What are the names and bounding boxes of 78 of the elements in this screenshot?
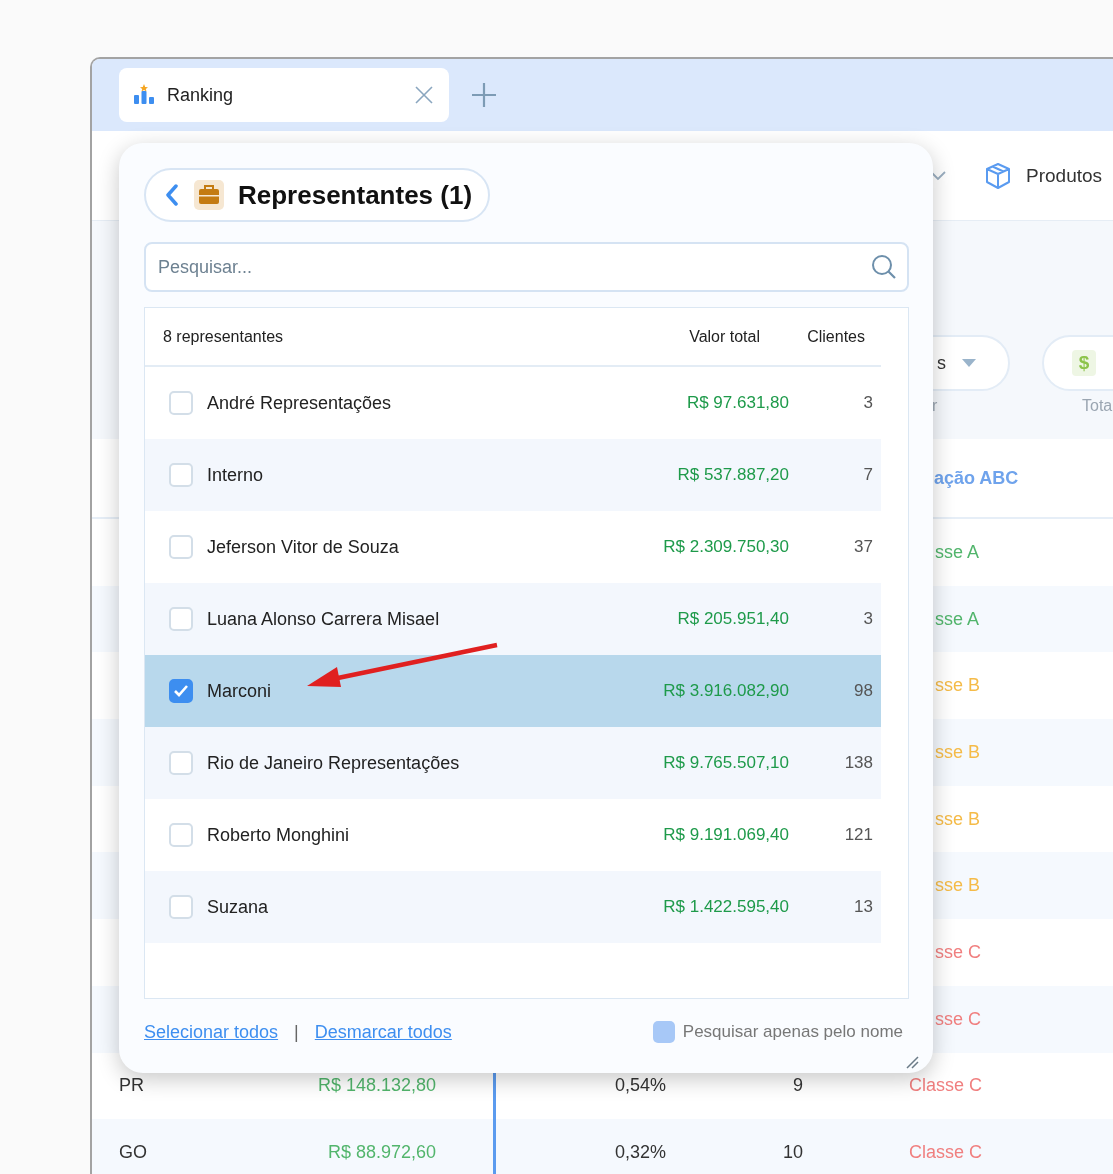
table-cell-text: 0,54% [613,1075,666,1097]
filter-caption: r [932,397,938,415]
list-item[interactable]: André Representações R$ 97.631,80 3 [145,367,881,439]
filter-caption: Tota [1082,397,1113,415]
resize-grip-icon[interactable] [905,1055,919,1069]
class-label: sse A [934,608,981,630]
class-label: sse B [934,675,982,697]
filter-value: s [937,352,946,374]
item-value: R$ 9.191.069,40 [662,825,789,845]
table-cell-text: R$ 148.132,80 [316,1075,436,1097]
table-cell-text: R$ 88.972,60 [326,1142,436,1164]
option-label: Pesquisar apenas pelo nome [682,1022,903,1042]
column-header: Clientes [806,327,866,346]
popup-title: Representantes (1) [238,179,473,211]
table-cell-text: 10 [781,1142,803,1164]
item-name: Rio de Janeiro Representações [207,752,461,774]
toolbar-item-label[interactable]: Produtos [1026,164,1103,187]
close-icon[interactable] [415,86,433,104]
item-clients: 13 [853,897,874,917]
list-item[interactable]: Rio de Janeiro Representações R$ 9.765.507,10 138 [145,727,881,799]
search-icon[interactable] [871,254,897,280]
item-value: R$ 9.765.507,10 [662,753,789,773]
class-label: sse C [934,1008,982,1030]
class-label: sse A [934,541,981,563]
back-icon[interactable] [164,184,180,206]
checkbox[interactable] [652,1021,675,1043]
tab[interactable]: Ranking [119,68,449,122]
item-value: R$ 537.887,20 [676,465,789,485]
checkmark-icon [173,684,189,698]
item-clients: 3 [862,393,874,413]
item-clients: 138 [843,753,874,773]
list-item[interactable]: Luana Alonso Carrera Misael R$ 205.951,40 3 [145,583,881,655]
box-icon [984,161,1012,190]
tab-label: Ranking [167,84,235,106]
class-label: Classe C [909,1142,984,1164]
item-name: Marconi [207,680,273,702]
item-clients: 3 [862,609,874,629]
item-clients: 37 [853,537,874,557]
class-label: sse B [934,741,982,763]
item-clients: 7 [862,465,874,485]
item-value: R$ 3.916.082,90 [662,681,789,701]
item-value: R$ 1.422.595,40 [662,897,789,917]
item-name: Interno [207,464,265,486]
class-label: sse B [934,875,982,897]
separator: | [294,1021,299,1043]
list-item[interactable]: Roberto Monghini R$ 9.191.069,40 121 [145,799,881,871]
table-cell-text: 0,32% [613,1142,666,1164]
list-item[interactable]: Marconi R$ 3.916.082,90 98 [145,655,881,727]
item-clients: 98 [853,681,874,701]
dropdown-triangle-icon [962,358,976,368]
list-item[interactable]: Suzana R$ 1.422.595,40 13 [145,871,881,943]
column-header: Valor total [688,327,761,346]
search-field[interactable]: Pesquisar... [144,242,909,292]
briefcase-icon [194,180,224,210]
list-item[interactable]: Interno R$ 537.887,20 7 [145,439,881,511]
table-cell-text: GO [118,1142,148,1164]
class-label: sse C [934,941,982,963]
item-name: Luana Alonso Carrera Misael [207,608,441,630]
column-header: ação ABC [934,467,1019,489]
item-clients: 121 [843,825,874,845]
caret-icon[interactable] [930,170,946,181]
table-cell-text: PR [118,1075,145,1097]
class-label: sse B [934,808,982,830]
list-item[interactable]: Jeferson Vitor de Souza R$ 2.309.750,30 37 [145,511,881,583]
item-name: Roberto Monghini [207,824,351,846]
add-tab-icon[interactable] [471,82,497,108]
list-count: 8 representantes [163,327,285,346]
item-name: Suzana [207,896,270,918]
class-label: Classe C [909,1075,984,1097]
podium-icon [133,84,155,106]
item-name: Jeferson Vitor de Souza [207,536,400,558]
item-value: R$ 2.309.750,30 [662,537,789,557]
checkbox[interactable] [169,679,193,703]
dollar-icon: $ [1072,350,1096,376]
table-cell-text: 9 [792,1075,803,1097]
item-value: R$ 205.951,40 [676,609,789,629]
item-name: André Representações [207,392,393,414]
item-value: R$ 97.631,80 [685,393,789,413]
